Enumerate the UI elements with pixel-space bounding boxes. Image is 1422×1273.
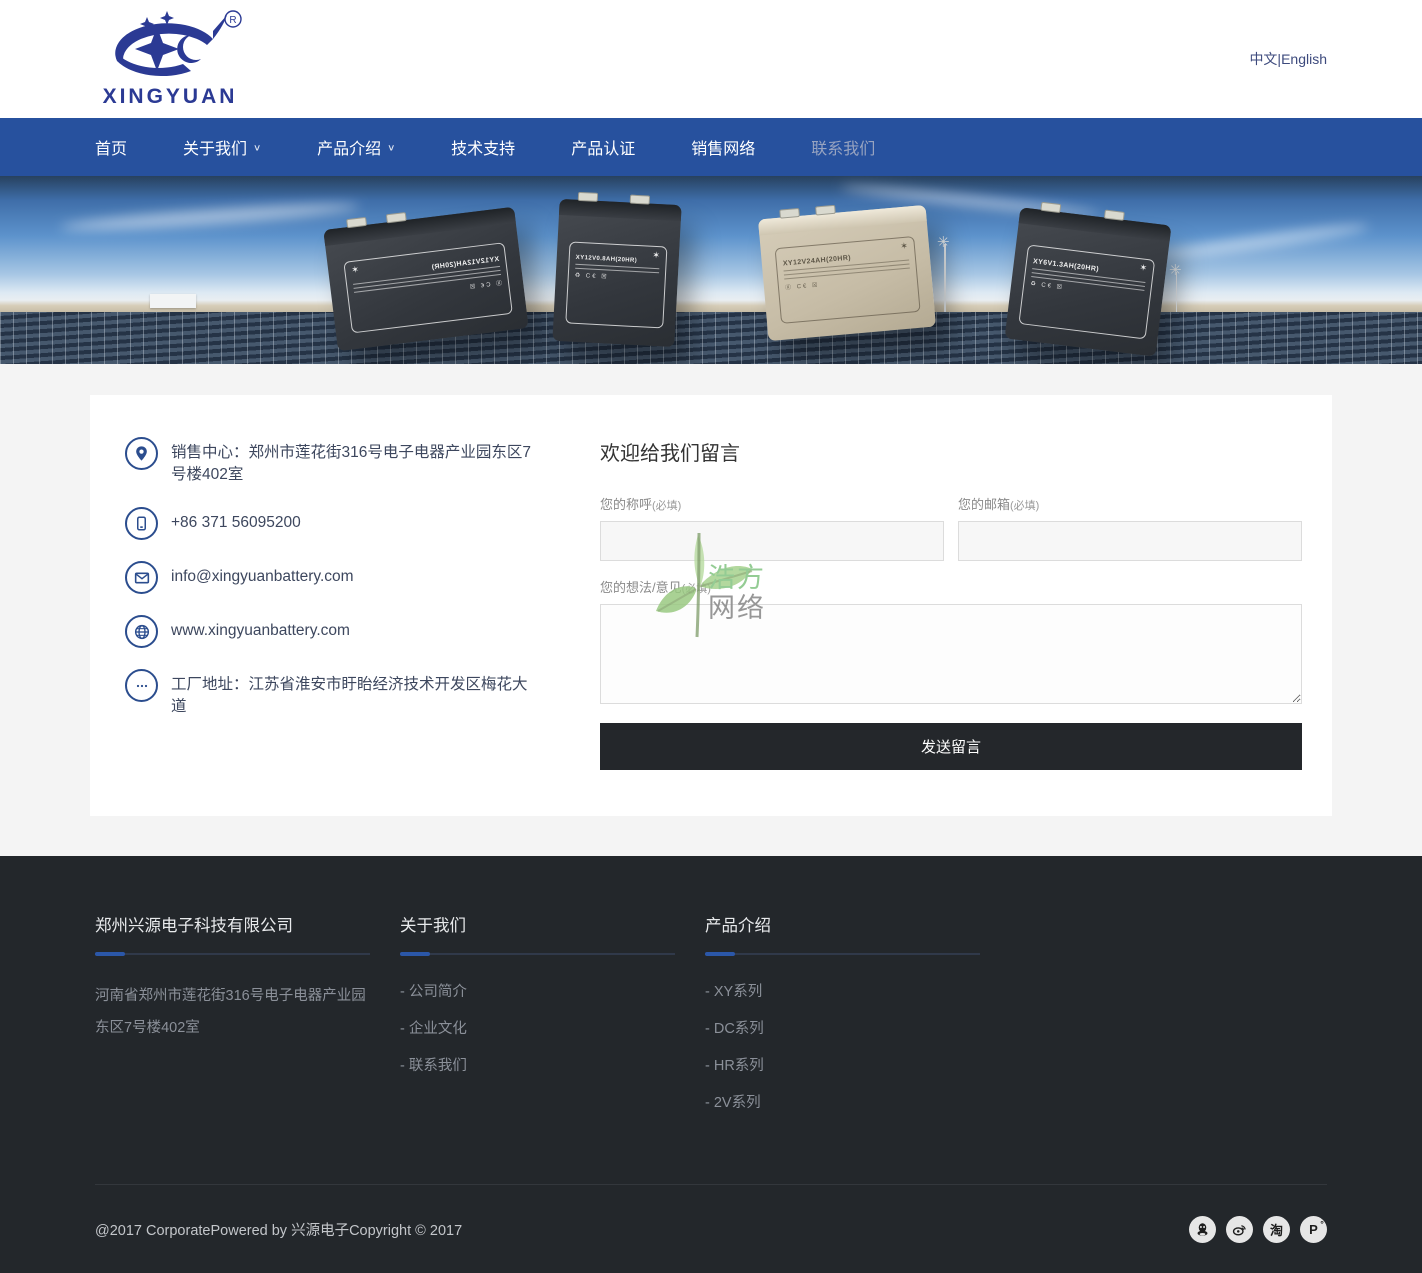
copyright-bar: @2017 CorporatePowered by 兴源电子Copyright … — [95, 1184, 1327, 1273]
solar-panel-field — [0, 312, 1422, 364]
email-address[interactable]: info@xingyuanbattery.com — [171, 561, 354, 594]
cloud-streak — [1150, 221, 1370, 264]
message-textarea[interactable] — [600, 604, 1302, 704]
nav-item-sales-network[interactable]: 销售网络 — [691, 135, 755, 159]
svg-text:R: R — [229, 15, 236, 26]
footer-link-company-profile[interactable]: - 公司简介 — [400, 980, 675, 1001]
chevron-down-icon: ∨ — [387, 142, 395, 152]
nav-item-tech-support[interactable]: 技术支持 — [451, 135, 515, 159]
xingyuan-logo[interactable]: R XINGYUAN — [95, 9, 245, 109]
contact-row-sales-center: 销售中心：郑州市莲花街316号电子电器产业园东区7号楼402室 — [125, 437, 565, 486]
footer-products-column: 产品介绍 - XY系列 - DC系列 - HR系列 - 2V系列 — [705, 912, 980, 1128]
logo-wordmark: XINGYUAN — [103, 85, 238, 109]
main-navigation: 首页 关于我们∨ 产品介绍∨ 技术支持 产品认证 销售网络 联系我们 — [0, 118, 1422, 176]
language-toggle[interactable]: 中文|English — [1249, 49, 1327, 69]
site-footer: 郑州兴源电子科技有限公司 河南省郑州市莲花街316号电子电器产业园东区7号楼40… — [0, 856, 1422, 1273]
social-links: 淘 P — [1189, 1216, 1327, 1243]
site-header: R XINGYUAN 中文|English — [0, 0, 1422, 118]
taobao-icon[interactable]: 淘 — [1263, 1216, 1290, 1243]
copyright-text: @2017 CorporatePowered by 兴源电子Copyright … — [95, 1219, 462, 1240]
name-label: 您的称呼(必填) — [600, 494, 944, 513]
nav-item-home[interactable]: 首页 — [95, 135, 127, 159]
footer-products-title: 产品介绍 — [705, 912, 980, 936]
footer-about-column: 关于我们 - 公司简介 - 企业文化 - 联系我们 — [400, 912, 675, 1128]
wind-turbine — [1176, 272, 1177, 314]
email-input[interactable] — [958, 521, 1302, 561]
wind-turbine — [944, 244, 946, 314]
building — [150, 294, 196, 308]
phone-icon — [125, 507, 158, 540]
contact-row-factory: 工厂地址：江苏省淮安市盱眙经济技术开发区梅花大道 — [125, 669, 565, 718]
ellipsis-icon — [125, 669, 158, 702]
battery-product-image: ✶ XY12V24AH(20HR) Ⓧ C€ ☒ — [758, 205, 936, 341]
map-pin-icon — [125, 437, 158, 470]
divider — [705, 952, 980, 956]
divider — [95, 952, 370, 956]
footer-link-contact-us[interactable]: - 联系我们 — [400, 1054, 675, 1075]
form-title: 欢迎给我们留言 — [600, 437, 1302, 466]
footer-link-corporate-culture[interactable]: - 企业文化 — [400, 1017, 675, 1038]
cloud-streak — [60, 200, 360, 235]
message-form: 欢迎给我们留言 您的称呼(必填) 您的邮箱(必填) 您的想法/意见(必填) 发送… — [600, 437, 1302, 770]
qq-icon[interactable] — [1189, 1216, 1216, 1243]
contact-card: 销售中心：郑州市莲花街316号电子电器产业园东区7号楼402室 +86 371 … — [90, 395, 1332, 816]
battery-product-image: ✶ XY6V1.3AH(20HR) ♻ C€ ☒ — [1005, 207, 1172, 357]
weibo-icon[interactable] — [1226, 1216, 1253, 1243]
send-message-button[interactable]: 发送留言 — [600, 723, 1302, 770]
footer-link-2v-series[interactable]: - 2V系列 — [705, 1091, 980, 1112]
email-label: 您的邮箱(必填) — [958, 494, 1302, 513]
battery-product-image: ✶ XY12V0.8AH(20HR) ♻ C€ ☒ — [552, 199, 681, 347]
message-label: 您的想法/意见(必填) — [600, 577, 1302, 596]
footer-link-dc-series[interactable]: - DC系列 — [705, 1017, 980, 1038]
footer-about-title: 关于我们 — [400, 912, 675, 936]
contact-row-phone: +86 371 56095200 — [125, 507, 565, 540]
footer-company-title: 郑州兴源电子科技有限公司 — [95, 912, 370, 936]
divider — [400, 952, 675, 956]
footer-company-column: 郑州兴源电子科技有限公司 河南省郑州市莲花街316号电子电器产业园东区7号楼40… — [95, 912, 370, 1128]
nav-item-certification[interactable]: 产品认证 — [571, 135, 635, 159]
nav-item-about[interactable]: 关于我们∨ — [183, 135, 261, 159]
nav-item-contact[interactable]: 联系我们 — [811, 135, 875, 159]
xingyuan-logo-mark: R — [95, 9, 245, 87]
footer-link-xy-series[interactable]: - XY系列 — [705, 980, 980, 1001]
website-url[interactable]: www.xingyuanbattery.com — [171, 615, 350, 648]
battery-product-image: ✶ XY12V12AH(20HR) Ⓧ C€ ☒ — [323, 207, 528, 351]
footer-link-hr-series[interactable]: - HR系列 — [705, 1054, 980, 1075]
chevron-down-icon: ∨ — [253, 142, 261, 152]
main-content: 销售中心：郑州市莲花街316号电子电器产业园东区7号楼402室 +86 371 … — [0, 364, 1422, 856]
name-input[interactable] — [600, 521, 944, 561]
email-icon — [125, 561, 158, 594]
globe-icon — [125, 615, 158, 648]
contact-info-column: 销售中心：郑州市莲花街316号电子电器产业园东区7号楼402室 +86 371 … — [125, 437, 600, 770]
hero-banner: ✶ XY12V12AH(20HR) Ⓧ C€ ☒ ✶ XY12V0.8AH(20… — [0, 176, 1422, 364]
contact-row-website: www.xingyuanbattery.com — [125, 615, 565, 648]
contact-row-email: info@xingyuanbattery.com — [125, 561, 565, 594]
nav-item-products[interactable]: 产品介绍∨ — [317, 135, 395, 159]
paypal-icon[interactable]: P — [1300, 1216, 1327, 1243]
footer-company-address: 河南省郑州市莲花街316号电子电器产业园东区7号楼402室 — [95, 980, 370, 1044]
